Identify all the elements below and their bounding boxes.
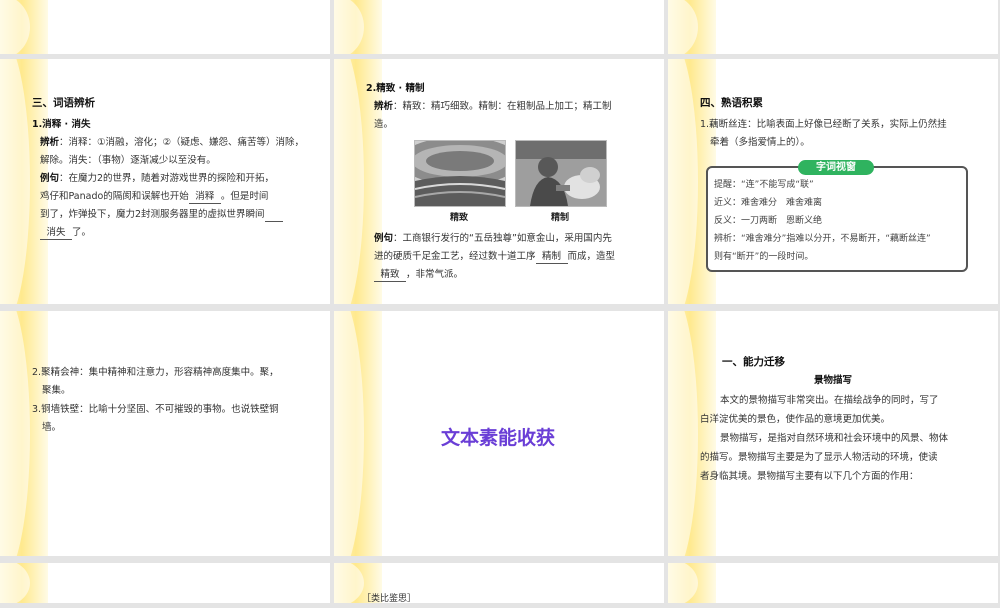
slide-decoration	[668, 0, 716, 54]
definition-label: 辨析	[40, 137, 60, 148]
answer-blank: 精致	[374, 268, 406, 282]
slide-12[interactable]	[668, 563, 998, 603]
example-label: 例句	[374, 233, 394, 244]
word-window-box: 字词视窗 提醒：“连”不能写成“联” 近义：难舍难分 难舍难离 反义：一刀两断 …	[706, 160, 968, 272]
definition-text: 辨析：精致：精巧细致。精制：在粗制品上加工；精工制 造。	[374, 101, 612, 130]
answer-blank: 精制	[535, 250, 568, 264]
section-heading: 四、熟语积累	[700, 97, 763, 109]
word-window-content: 提醒：“连”不能写成“联” 近义：难舍难分 难舍难离 反义：一刀两断 恩断义绝 …	[714, 180, 931, 262]
paragraph: 本文的景物描写非常突出。在描绘战争的同时，写了 白洋淀优美的景色，使作品的意境更…	[700, 395, 949, 482]
section-title: 文本素能收获	[440, 427, 555, 449]
slide-10[interactable]	[0, 563, 330, 603]
photo-caption: 精制	[550, 213, 569, 223]
answer-blank-start	[264, 208, 283, 222]
example-label: 例句	[40, 173, 60, 184]
ornament-photo	[414, 140, 506, 207]
idiom-item: 1.藕断丝连：比喻表面上好像已经断了关系，实际上仍然挂 牵着（多指爱情上的）。	[700, 119, 947, 148]
term-title: 2.精致 · 精制	[366, 83, 425, 94]
section-heading: 一、能力迁移	[722, 356, 785, 368]
sub-heading: 景物描写	[813, 375, 852, 386]
slide-3[interactable]	[668, 0, 998, 54]
word-window-title: 字词视窗	[798, 160, 874, 175]
answer-blank: 消失	[40, 226, 72, 240]
example-text: 例句：工商银行发行的“五岳独尊”如意金山，采用国内先 进的硬质千足金工艺，经过数…	[374, 233, 616, 282]
definition-text: 辨析：消释：①消融，溶化；②（疑虑、嫌怨、痛苦等）消除， 解除。消失：（事物）逐…	[40, 137, 305, 166]
answer-blank: 消释	[188, 190, 221, 204]
craftsman-photo	[515, 140, 607, 207]
section-label: ［类比鉴思］	[362, 594, 417, 604]
slide-1[interactable]	[0, 0, 330, 54]
slide-decoration	[334, 0, 382, 54]
photo-caption: 精致	[449, 213, 468, 223]
slide-decoration	[0, 0, 48, 54]
definition-label: 辨析	[374, 101, 394, 112]
section-heading: 三、词语辨析	[32, 97, 95, 109]
slide-2[interactable]	[334, 0, 664, 54]
idiom-item: 2.聚精会神：集中精神和注意力，形容精神高度集中。聚， 聚集。	[32, 367, 279, 396]
idiom-item: 3.铜墙铁壁：比喻十分坚固、不可摧毁的事物。也说铁壁铜 墙。	[32, 404, 279, 433]
slide-decoration	[0, 563, 48, 603]
term-title: 1.消释 · 消失	[32, 119, 91, 130]
example-text: 例句：在魔力2的世界，随着对游戏世界的探险和开拓， 鸡仔和Panado的隔阂和误…	[40, 170, 310, 242]
slide-decoration	[668, 563, 716, 603]
